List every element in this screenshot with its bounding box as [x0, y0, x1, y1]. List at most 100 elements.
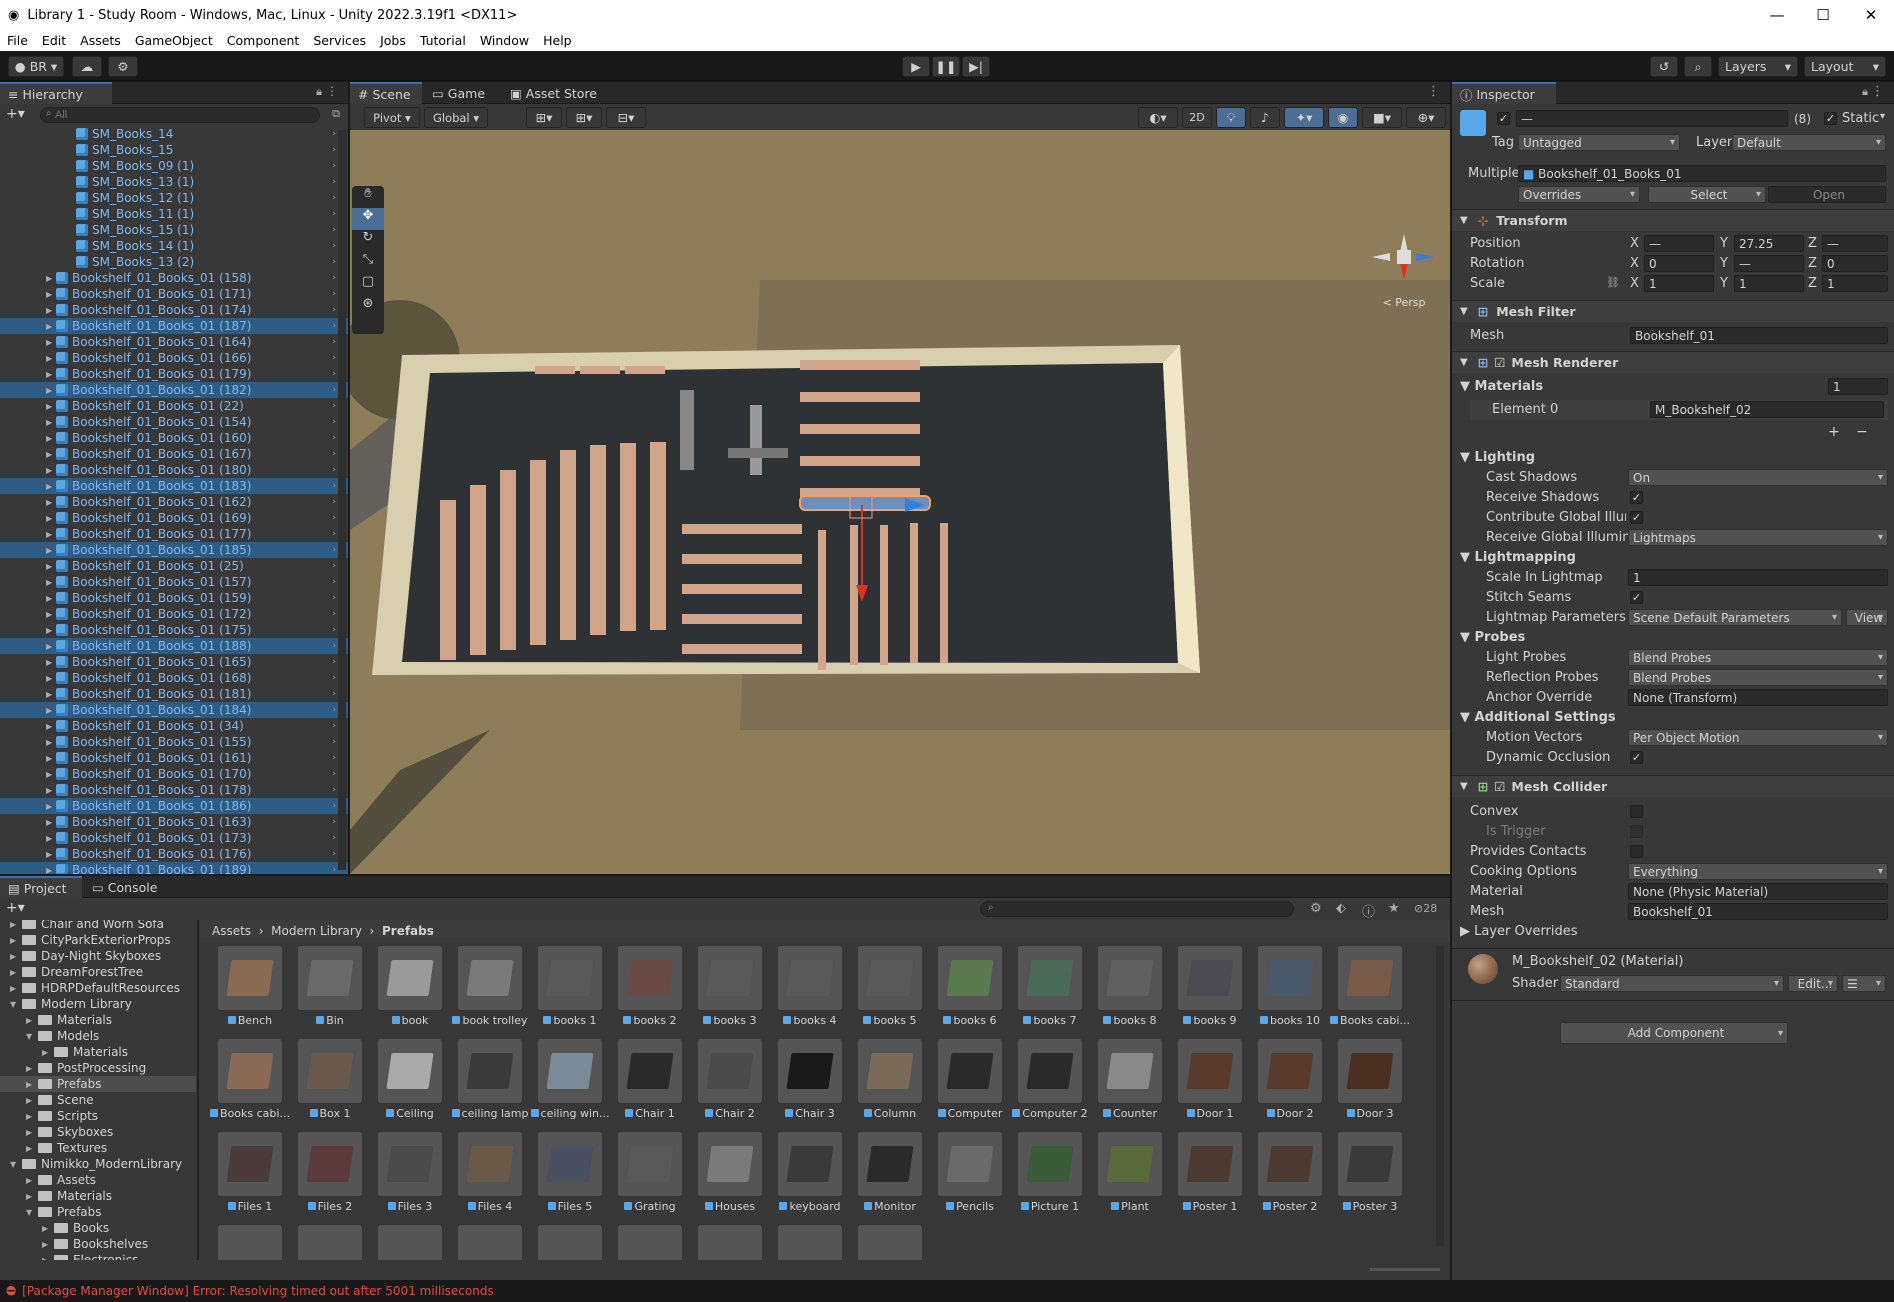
remove-element-button[interactable]: −: [1856, 424, 1868, 440]
asset-item[interactable]: keyboard: [770, 1132, 850, 1220]
link-icon[interactable]: ⛓︎: [1606, 276, 1620, 289]
chevron-right-icon[interactable]: ›: [332, 865, 336, 874]
asset-grid-scrollbar[interactable]: [1436, 946, 1444, 1246]
chevron-right-icon[interactable]: ▶: [26, 1176, 38, 1185]
expand-arrow-icon[interactable]: ▶: [46, 530, 52, 539]
expand-arrow-icon[interactable]: ▶: [46, 594, 52, 603]
expand-arrow-icon[interactable]: ▶: [46, 274, 52, 283]
chevron-right-icon[interactable]: ›: [332, 305, 336, 315]
info-icon[interactable]: ⓘ: [1362, 901, 1375, 920]
expand-arrow-icon[interactable]: ▶: [46, 658, 52, 667]
lighting-section[interactable]: ▼ Lighting: [1460, 450, 1535, 465]
asset-item[interactable]: Poster 1: [1170, 1132, 1250, 1220]
chevron-right-icon[interactable]: ›: [332, 353, 336, 363]
add-element-button[interactable]: +: [1828, 424, 1840, 440]
chevron-right-icon[interactable]: ›: [332, 273, 336, 283]
expand-arrow-icon[interactable]: ▶: [46, 578, 52, 587]
menu-assets[interactable]: Assets: [73, 33, 128, 48]
layout-dropdown[interactable]: Layout ▾: [1804, 56, 1886, 77]
mesh-renderer-header[interactable]: ▼ ⊞ ☑ Mesh Renderer: [1452, 351, 1894, 373]
asset-item[interactable]: [210, 1225, 290, 1260]
chevron-right-icon[interactable]: ▶: [10, 920, 22, 929]
asset-item[interactable]: books 6: [930, 946, 1010, 1034]
chevron-right-icon[interactable]: ›: [332, 689, 336, 699]
chevron-right-icon[interactable]: ›: [332, 657, 336, 667]
hierarchy-item[interactable]: ▶ Bookshelf_01_Books_01 (163) ›: [0, 814, 348, 830]
transform-header[interactable]: ▼ ⊹ Transform: [1452, 209, 1894, 231]
increment-snap-button[interactable]: ⊟▾: [606, 107, 646, 128]
shader-dropdown[interactable]: Standard: [1560, 975, 1784, 992]
chevron-right-icon[interactable]: ›: [332, 449, 336, 459]
position-y[interactable]: 27.25: [1734, 235, 1804, 252]
mesh-filter-header[interactable]: ▼ ⊞ Mesh Filter: [1452, 300, 1894, 322]
chevron-right-icon[interactable]: ▶: [42, 1256, 54, 1261]
close-button[interactable]: ✕: [1848, 0, 1894, 30]
tag-dropdown[interactable]: Untagged: [1518, 134, 1680, 151]
grid-snap-button[interactable]: ⊞▾: [526, 107, 562, 128]
asset-item[interactable]: Bench: [210, 946, 290, 1034]
hierarchy-item[interactable]: ▶ Bookshelf_01_Books_01 (166) ›: [0, 350, 348, 366]
chevron-down-icon[interactable]: ▾: [1880, 111, 1885, 122]
rotation-x[interactable]: 0: [1644, 255, 1714, 272]
asset-item[interactable]: Computer 2: [1010, 1039, 1090, 1127]
project-folder[interactable]: ▼ Prefabs: [0, 1204, 196, 1220]
rotate-tool-icon[interactable]: ↻: [352, 230, 384, 252]
hierarchy-item[interactable]: ▶ Bookshelf_01_Books_01 (168) ›: [0, 670, 348, 686]
expand-arrow-icon[interactable]: ▶: [46, 386, 52, 395]
menu-edit[interactable]: Edit: [35, 33, 73, 48]
hierarchy-item[interactable]: SM_Books_09 (1) ›: [0, 158, 348, 174]
tab-hierarchy[interactable]: ≡ Hierarchy: [0, 82, 112, 104]
chevron-right-icon[interactable]: ›: [332, 177, 336, 187]
project-folder[interactable]: ▶ Day-Night Skyboxes: [0, 948, 196, 964]
hierarchy-item[interactable]: ▶ Bookshelf_01_Books_01 (167) ›: [0, 446, 348, 462]
lightmapping-section[interactable]: ▼ Lightmapping: [1460, 550, 1576, 565]
pause-button[interactable]: ❚❚: [932, 56, 960, 77]
stitch-seams-checkbox[interactable]: ✓: [1630, 591, 1643, 604]
asset-item[interactable]: Pencils: [930, 1132, 1010, 1220]
select-button[interactable]: Select: [1648, 186, 1766, 203]
expand-arrow-icon[interactable]: ▶: [46, 610, 52, 619]
project-folder[interactable]: ▶ Assets: [0, 1172, 196, 1188]
expand-arrow-icon[interactable]: ▶: [46, 290, 52, 299]
open-button[interactable]: Open: [1768, 186, 1886, 203]
reflection-probes-dropdown[interactable]: Blend Probes: [1628, 669, 1888, 686]
chevron-right-icon[interactable]: ›: [332, 369, 336, 379]
maximize-button[interactable]: ☐: [1800, 0, 1846, 30]
hierarchy-item[interactable]: SM_Books_15 (1) ›: [0, 222, 348, 238]
menu-help[interactable]: Help: [536, 33, 579, 48]
hierarchy-item[interactable]: SM_Books_12 (1) ›: [0, 190, 348, 206]
expand-arrow-icon[interactable]: ▶: [46, 562, 52, 571]
asset-item[interactable]: [610, 1225, 690, 1260]
status-message[interactable]: [Package Manager Window] Error: Resolvin…: [22, 1284, 494, 1298]
chevron-right-icon[interactable]: ›: [332, 433, 336, 443]
receive-gi-dropdown[interactable]: Lightmaps: [1628, 529, 1888, 546]
asset-item[interactable]: books 9: [1170, 946, 1250, 1034]
chevron-right-icon[interactable]: ▶: [10, 952, 22, 961]
menu-file[interactable]: File: [0, 33, 35, 48]
move-tool-icon[interactable]: ✥: [352, 208, 384, 230]
chevron-right-icon[interactable]: ›: [332, 753, 336, 763]
asset-item[interactable]: books 5: [850, 946, 930, 1034]
chevron-right-icon[interactable]: ›: [332, 849, 336, 859]
asset-item[interactable]: Door 1: [1170, 1039, 1250, 1127]
project-folder[interactable]: ▶ Bookshelves: [0, 1236, 196, 1252]
play-button[interactable]: ▶: [902, 56, 930, 77]
chevron-right-icon[interactable]: ›: [332, 593, 336, 603]
chevron-right-icon[interactable]: ›: [332, 417, 336, 427]
project-folder[interactable]: ▶ Scene: [0, 1092, 196, 1108]
hierarchy-item[interactable]: SM_Books_15 ›: [0, 142, 348, 158]
expand-arrow-icon[interactable]: ▶: [46, 866, 52, 875]
chevron-right-icon[interactable]: ›: [332, 225, 336, 235]
breadcrumb-modern-library[interactable]: Modern Library: [271, 924, 362, 938]
project-folder[interactable]: ▶ Prefabs: [0, 1076, 196, 1092]
position-x[interactable]: —: [1644, 235, 1714, 252]
hierarchy-item[interactable]: ▶ Bookshelf_01_Books_01 (182) ›: [0, 382, 348, 398]
hierarchy-item[interactable]: ▶ Bookshelf_01_Books_01 (172) ›: [0, 606, 348, 622]
expand-arrow-icon[interactable]: ▶: [46, 738, 52, 747]
more-icon[interactable]: ⋮: [1871, 84, 1884, 99]
light-probes-dropdown[interactable]: Blend Probes: [1628, 649, 1888, 666]
expand-arrow-icon[interactable]: ▶: [46, 514, 52, 523]
hierarchy-item[interactable]: SM_Books_13 (1) ›: [0, 174, 348, 190]
project-folder[interactable]: ▶ Chair and Worn Sofa: [0, 920, 196, 932]
tab-scene[interactable]: # Scene: [350, 82, 422, 104]
